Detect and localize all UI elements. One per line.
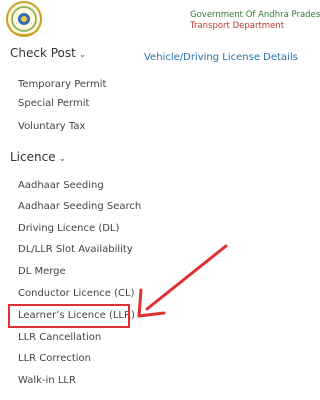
menu-item-temporary-permit[interactable]: Temporary Permit xyxy=(18,79,106,90)
menu-item-conductor-licence[interactable]: Conductor Licence (CL) xyxy=(18,288,134,299)
annotation-highlight-box xyxy=(8,304,130,328)
check-post-label: Check Post xyxy=(10,46,76,60)
andhra-pradesh-emblem-icon xyxy=(6,1,42,37)
menu-item-special-permit[interactable]: Special Permit xyxy=(18,98,89,109)
chevron-down-icon: ⌄ xyxy=(78,50,87,60)
menu-item-driving-licence[interactable]: Driving Licence (DL) xyxy=(18,223,119,234)
menu-item-aadhaar-seeding[interactable]: Aadhaar Seeding xyxy=(18,180,104,191)
header: Government Of Andhra Pradesh Transport D… xyxy=(0,0,320,40)
check-post-section-toggle[interactable]: Check Post ⌄ xyxy=(10,46,86,60)
licence-section-toggle[interactable]: Licence ⌄ xyxy=(10,150,66,164)
vehicle-driving-license-details-link[interactable]: Vehicle/Driving License Details xyxy=(144,52,298,63)
menu-item-aadhaar-seeding-search[interactable]: Aadhaar Seeding Search xyxy=(18,201,141,212)
menu-item-dl-llr-slot-availability[interactable]: DL/LLR Slot Availability xyxy=(18,244,133,255)
menu-item-voluntary-tax[interactable]: Voluntary Tax xyxy=(18,121,85,132)
menu-item-llr-correction[interactable]: LLR Correction xyxy=(18,353,91,364)
menu-item-llr-cancellation[interactable]: LLR Cancellation xyxy=(18,332,101,343)
header-department-title: Transport Department xyxy=(190,21,285,31)
menu-item-dl-merge[interactable]: DL Merge xyxy=(18,266,66,277)
menu-item-walk-in-llr[interactable]: Walk-in LLR xyxy=(18,375,76,386)
chevron-down-icon: ⌄ xyxy=(58,154,67,164)
licence-label: Licence xyxy=(10,150,56,164)
header-government-title: Government Of Andhra Pradesh xyxy=(190,10,320,20)
